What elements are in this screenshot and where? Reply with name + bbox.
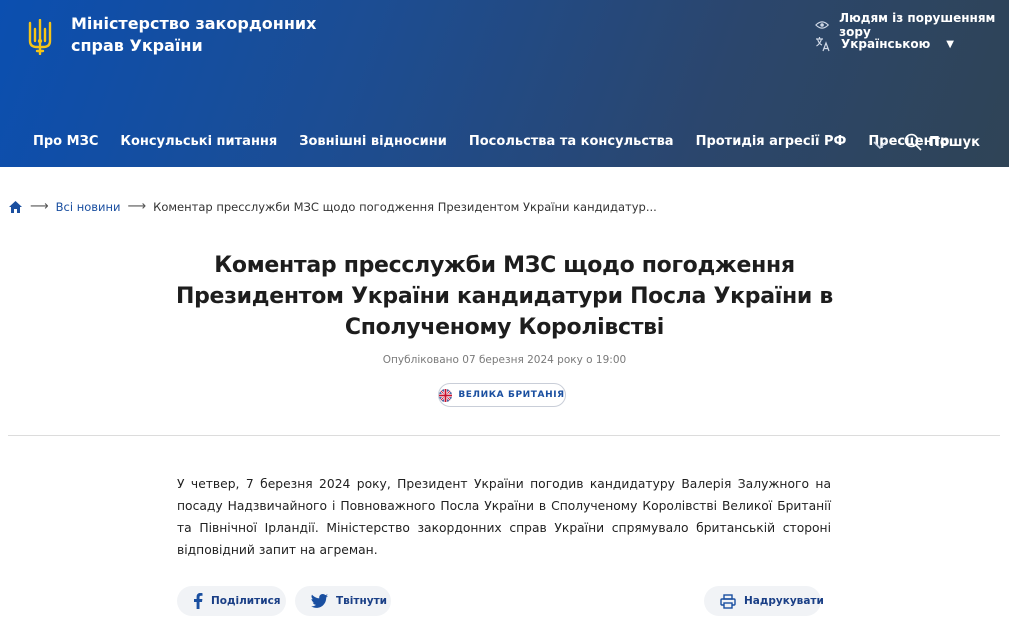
arrow-right-icon: ⟶ xyxy=(127,199,147,214)
chevron-down-icon: ▼ xyxy=(946,38,954,50)
tweet-label: Твітнути xyxy=(336,595,388,607)
article-body: У четвер, 7 березня 2024 року, Президент… xyxy=(177,477,831,557)
publication-date: Опубліковано 07 березня 2024 року о 19:0… xyxy=(382,354,627,366)
search-icon xyxy=(904,133,922,151)
ministry-name-line1: Міністерство закордонних xyxy=(71,14,317,33)
share-facebook-button[interactable]: Поділитися xyxy=(177,586,286,616)
language-label: Українською xyxy=(841,37,931,51)
language-selector[interactable]: Українською ▼ xyxy=(815,36,954,52)
divider xyxy=(8,435,1000,436)
search-button[interactable]: Пошук xyxy=(904,133,980,151)
print-button[interactable]: Надрукувати xyxy=(704,586,824,616)
country-tag[interactable]: ВЕЛИКА БРИТАНІЯ xyxy=(438,383,566,407)
arrow-right-icon: ⟶ xyxy=(30,199,49,214)
home-icon[interactable] xyxy=(8,200,23,214)
breadcrumb-current: Коментар пресслужби МЗС щодо погодження … xyxy=(153,199,657,214)
tweet-button[interactable]: Твітнути xyxy=(295,586,391,616)
ministry-name[interactable]: Міністерство закордонних справ України xyxy=(71,13,316,57)
main-nav: Про МЗС Консульські питання Зовнішні від… xyxy=(22,134,960,149)
nav-item-foreign-relations[interactable]: Зовнішні відносини xyxy=(288,134,458,149)
facebook-icon xyxy=(194,593,203,609)
search-label: Пошук xyxy=(929,134,980,150)
breadcrumb-all-news[interactable]: Всі новини xyxy=(56,200,121,214)
accessibility-label: Людям із порушенням зору xyxy=(839,11,996,39)
nav-item-embassies[interactable]: Посольства та консульства xyxy=(458,134,685,149)
breadcrumb: ⟶ Всі новини ⟶ Коментар пресслужби МЗС щ… xyxy=(8,199,657,214)
country-tag-label: ВЕЛИКА БРИТАНІЯ xyxy=(458,390,565,400)
chevron-down-icon[interactable] xyxy=(871,136,889,152)
glasses-icon xyxy=(815,21,830,29)
share-label: Поділитися xyxy=(211,595,281,607)
twitter-icon xyxy=(311,594,328,608)
accessibility-toggle[interactable]: Людям із порушенням зору xyxy=(815,11,1009,39)
nav-item-consular[interactable]: Консульські питання xyxy=(109,134,288,149)
article-title: Коментар пресслужби МЗС щодо погодження … xyxy=(176,253,833,340)
nav-item-about[interactable]: Про МЗС xyxy=(22,134,109,149)
printer-icon xyxy=(720,593,736,609)
print-label: Надрукувати xyxy=(744,595,824,607)
site-header: Міністерство закордонних справ України Л… xyxy=(0,0,1009,167)
uk-flag-icon xyxy=(439,388,453,402)
ministry-name-line2: справ України xyxy=(71,36,203,55)
translate-icon xyxy=(816,37,830,52)
trident-icon[interactable] xyxy=(27,19,53,55)
nav-item-counter-aggression[interactable]: Протидія агресії РФ xyxy=(685,134,858,149)
